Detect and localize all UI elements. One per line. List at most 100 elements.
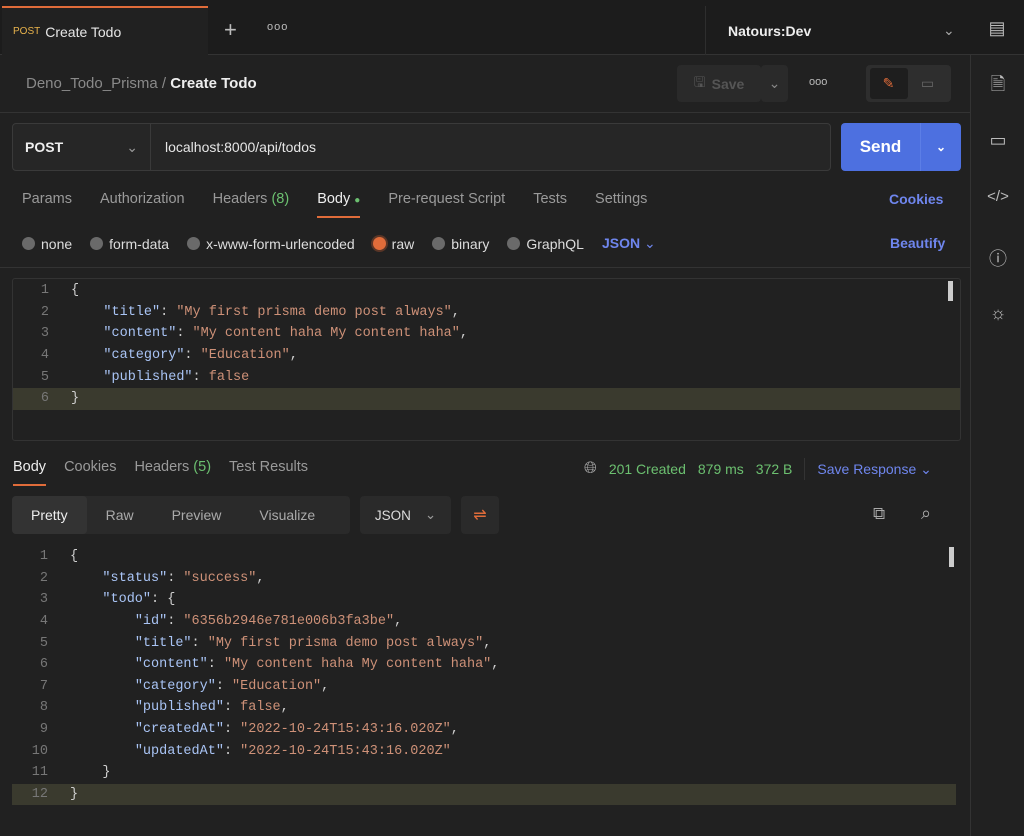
- environment-selector[interactable]: Natours:Dev ⌄: [705, 6, 970, 55]
- response-time[interactable]: 879 ms: [698, 461, 744, 477]
- search-icon[interactable]: ⌕: [921, 503, 931, 524]
- json-key: "published": [103, 369, 193, 385]
- code-line: 3 "content": "My content haha My content…: [13, 323, 960, 345]
- json-key: "published": [134, 700, 224, 716]
- wrap-lines-icon[interactable]: ⇌: [461, 496, 499, 534]
- line-number: 5: [39, 635, 48, 651]
- json-punct: [70, 744, 135, 759]
- code-line: 4 "category": "Education",: [13, 345, 960, 367]
- divider: [0, 267, 970, 268]
- line-number: 6: [40, 391, 49, 407]
- related-bulb-icon[interactable]: ☼: [971, 303, 1024, 324]
- radio-urlencoded[interactable]: x-www-form-urlencoded: [187, 236, 355, 252]
- method-select[interactable]: POST ⌄: [13, 124, 151, 170]
- json-punct: :: [215, 678, 233, 694]
- more-tabs-icon[interactable]: ooo: [267, 21, 288, 33]
- code-line: 7 "category": "Education",: [12, 676, 956, 698]
- globe-icon[interactable]: 🌐︎: [584, 460, 597, 478]
- code-line: 5 "published": false: [13, 366, 960, 388]
- tab-settings[interactable]: Settings: [595, 191, 647, 207]
- json-punct: ,: [483, 635, 492, 651]
- json-key: "status": [102, 570, 168, 586]
- more-options-icon[interactable]: ooo: [809, 76, 827, 88]
- json-punct: :: [176, 326, 193, 342]
- request-scrollbar[interactable]: [948, 281, 953, 301]
- json-value: "Education": [232, 678, 322, 694]
- method-value: POST: [25, 139, 64, 155]
- view-raw[interactable]: Raw: [87, 496, 153, 534]
- json-punct: :: [192, 369, 209, 385]
- radio-label: none: [41, 235, 73, 252]
- resp-tab-headers[interactable]: Headers (5): [134, 459, 211, 475]
- line-number: 2: [40, 304, 49, 320]
- response-body-viewer[interactable]: 1{2 "status": "success", 3 "todo": {4 "id…: [12, 546, 956, 836]
- tab-tests[interactable]: Tests: [533, 191, 567, 207]
- body-indicator-dot: ●: [354, 195, 361, 206]
- info-icon[interactable]: ⓘ: [971, 245, 1024, 271]
- json-key: "category": [134, 678, 216, 694]
- comments-icon[interactable]: ▭: [971, 130, 1024, 151]
- response-size[interactable]: 372 B: [756, 461, 793, 477]
- json-punct: {: [70, 549, 79, 565]
- send-button[interactable]: Send: [841, 123, 921, 171]
- radio-binary[interactable]: binary: [432, 236, 489, 252]
- radio-label: form-data: [109, 235, 170, 252]
- line-number: 3: [40, 326, 49, 342]
- save-dropdown[interactable]: ⌄: [761, 65, 788, 102]
- new-tab-icon[interactable]: +: [224, 17, 237, 43]
- edit-pencil-icon[interactable]: ✎: [869, 68, 908, 99]
- code-line: 2 "status": "success",: [12, 568, 956, 590]
- mode-toggle: ✎ ▭: [866, 65, 951, 102]
- resp-tab-test-results[interactable]: Test Results: [229, 459, 308, 475]
- json-punct: ,: [491, 657, 500, 673]
- response-scrollbar[interactable]: [949, 547, 954, 567]
- save-button[interactable]: 🖫 Save: [677, 65, 761, 102]
- tab-body[interactable]: Body ●: [317, 191, 361, 218]
- line-number: 6: [39, 657, 48, 673]
- copy-icon[interactable]: ⧉: [873, 504, 885, 524]
- tab-title: Create Todo: [45, 23, 122, 40]
- request-tab[interactable]: POST Create Todo: [2, 6, 208, 55]
- response-format-select[interactable]: JSON ⌄: [360, 496, 451, 534]
- comment-mode-icon[interactable]: ▭: [908, 75, 948, 92]
- json-punct: : {: [151, 592, 176, 608]
- radio-label: GraphQL: [526, 235, 584, 252]
- breadcrumb: Deno_Todo_Prisma / Create Todo: [26, 75, 257, 92]
- resp-tab-cookies[interactable]: Cookies: [64, 459, 116, 475]
- json-punct: ,: [256, 570, 265, 586]
- tab-headers[interactable]: Headers (8): [213, 191, 290, 207]
- radio-graphql[interactable]: GraphQL: [507, 236, 584, 252]
- view-preview[interactable]: Preview: [153, 496, 241, 534]
- json-key: "content": [134, 657, 208, 673]
- request-body-editor[interactable]: 1{2 "title": "My first prisma demo post …: [12, 278, 961, 441]
- documentation-icon[interactable]: 🗎: [971, 72, 1024, 102]
- save-response-button[interactable]: Save Response ⌄: [817, 461, 931, 478]
- line-number: 5: [40, 369, 49, 385]
- response-tabs: Body Cookies Headers (5) Test Results: [13, 459, 308, 486]
- radio-form-data[interactable]: form-data: [90, 236, 169, 252]
- divider: [804, 458, 806, 480]
- tab-authorization[interactable]: Authorization: [100, 191, 185, 207]
- json-punct: :: [184, 348, 201, 364]
- breadcrumb-collection[interactable]: Deno_Todo_Prisma: [26, 75, 158, 92]
- url-input[interactable]: localhost:8000/api/todos: [151, 124, 316, 170]
- radio-none[interactable]: none: [22, 236, 72, 252]
- code-line: 8 "published": false,: [12, 697, 956, 719]
- tab-pre-request-script[interactable]: Pre-request Script: [388, 191, 505, 207]
- radio-raw[interactable]: raw: [372, 236, 414, 252]
- json-value: "2022-10-24T15:43:16.020Z": [240, 743, 451, 759]
- send-dropdown-icon[interactable]: ⌄: [921, 123, 961, 171]
- code-icon[interactable]: </>: [971, 188, 1024, 205]
- code-line: 10 "updatedAt": "2022-10-24T15:43:16.020…: [12, 740, 956, 762]
- body-format-select[interactable]: JSON ⌄: [602, 235, 656, 252]
- environment-quick-look-icon[interactable]: ▤: [970, 18, 1024, 39]
- view-pretty[interactable]: Pretty: [12, 496, 87, 534]
- status-code[interactable]: 201 Created: [609, 461, 686, 477]
- resp-tab-body[interactable]: Body: [13, 459, 47, 486]
- cookies-link[interactable]: Cookies: [889, 191, 943, 207]
- tab-params[interactable]: Params: [22, 191, 72, 207]
- json-punct: :: [207, 657, 224, 673]
- view-visualize[interactable]: Visualize: [240, 496, 334, 534]
- json-punct: [71, 370, 103, 385]
- beautify-link[interactable]: Beautify: [890, 235, 945, 251]
